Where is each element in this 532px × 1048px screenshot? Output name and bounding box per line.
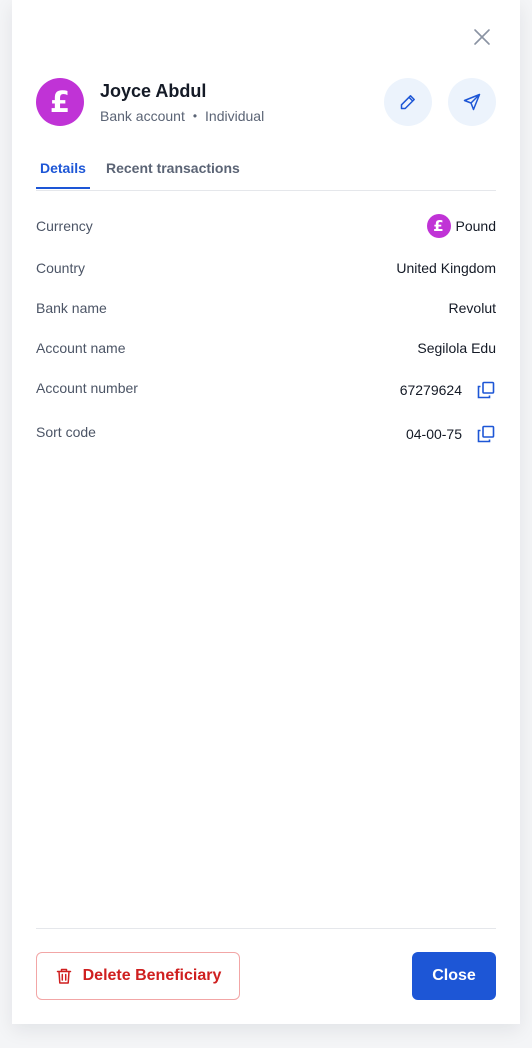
- beneficiary-subtitle: Bank account • Individual: [100, 108, 264, 124]
- trash-icon: [56, 968, 71, 984]
- country-label: Country: [36, 260, 86, 276]
- separator-dot: •: [192, 109, 198, 123]
- pound-icon: £: [49, 85, 71, 119]
- country-value: United Kingdom: [396, 260, 496, 276]
- sort-code-label: Sort code: [36, 424, 96, 440]
- account-name-text: Segilola Edu: [417, 340, 496, 356]
- sort-code-text: 04-00-75: [405, 426, 462, 442]
- entity-type: Individual: [205, 108, 265, 124]
- tab-details[interactable]: Details: [40, 160, 86, 176]
- account-number-value: 67279624: [400, 380, 496, 400]
- sort-code-value: 04-00-75: [406, 424, 496, 444]
- bank-name-value: Revolut: [449, 300, 496, 316]
- copy-account-number-icon[interactable]: [476, 380, 496, 400]
- account-name-value: Segilola Edu: [417, 340, 496, 356]
- delete-beneficiary-label: Delete Beneficiary: [82, 967, 222, 984]
- close-icon[interactable]: [471, 26, 493, 48]
- beneficiary-name: Joyce Abdul: [100, 81, 207, 101]
- close-button[interactable]: Close: [412, 952, 496, 1000]
- pencil-icon: [400, 95, 415, 110]
- account-name-label: Account name: [36, 340, 126, 356]
- bank-name-text: Revolut: [448, 300, 496, 316]
- close-button-label: Close: [432, 967, 476, 984]
- currency-value: £ Pound: [426, 214, 496, 238]
- country-text: United Kingdom: [396, 260, 496, 276]
- beneficiary-details-panel: £ Joyce Abdul Bank account • Individual …: [12, 0, 520, 1024]
- pound-badge-icon: £: [426, 214, 451, 238]
- avatar: £: [36, 78, 84, 126]
- bank-name-label: Bank name: [36, 300, 107, 316]
- tab-bar: Details Recent transactions: [36, 150, 496, 191]
- active-tab-indicator: [36, 187, 90, 189]
- footer-divider: [36, 928, 496, 929]
- account-number-label: Account number: [36, 380, 138, 396]
- currency-label: Currency: [36, 218, 93, 234]
- delete-beneficiary-button[interactable]: Delete Beneficiary: [36, 952, 240, 1000]
- copy-sort-code-icon[interactable]: [476, 424, 496, 444]
- send-icon: [463, 93, 481, 111]
- edit-button[interactable]: [384, 78, 432, 126]
- tab-recent-transactions[interactable]: Recent transactions: [106, 160, 240, 176]
- send-button[interactable]: [448, 78, 496, 126]
- account-number-text: 67279624: [399, 382, 462, 398]
- currency-text: Pound: [455, 218, 496, 234]
- account-type: Bank account: [100, 108, 185, 124]
